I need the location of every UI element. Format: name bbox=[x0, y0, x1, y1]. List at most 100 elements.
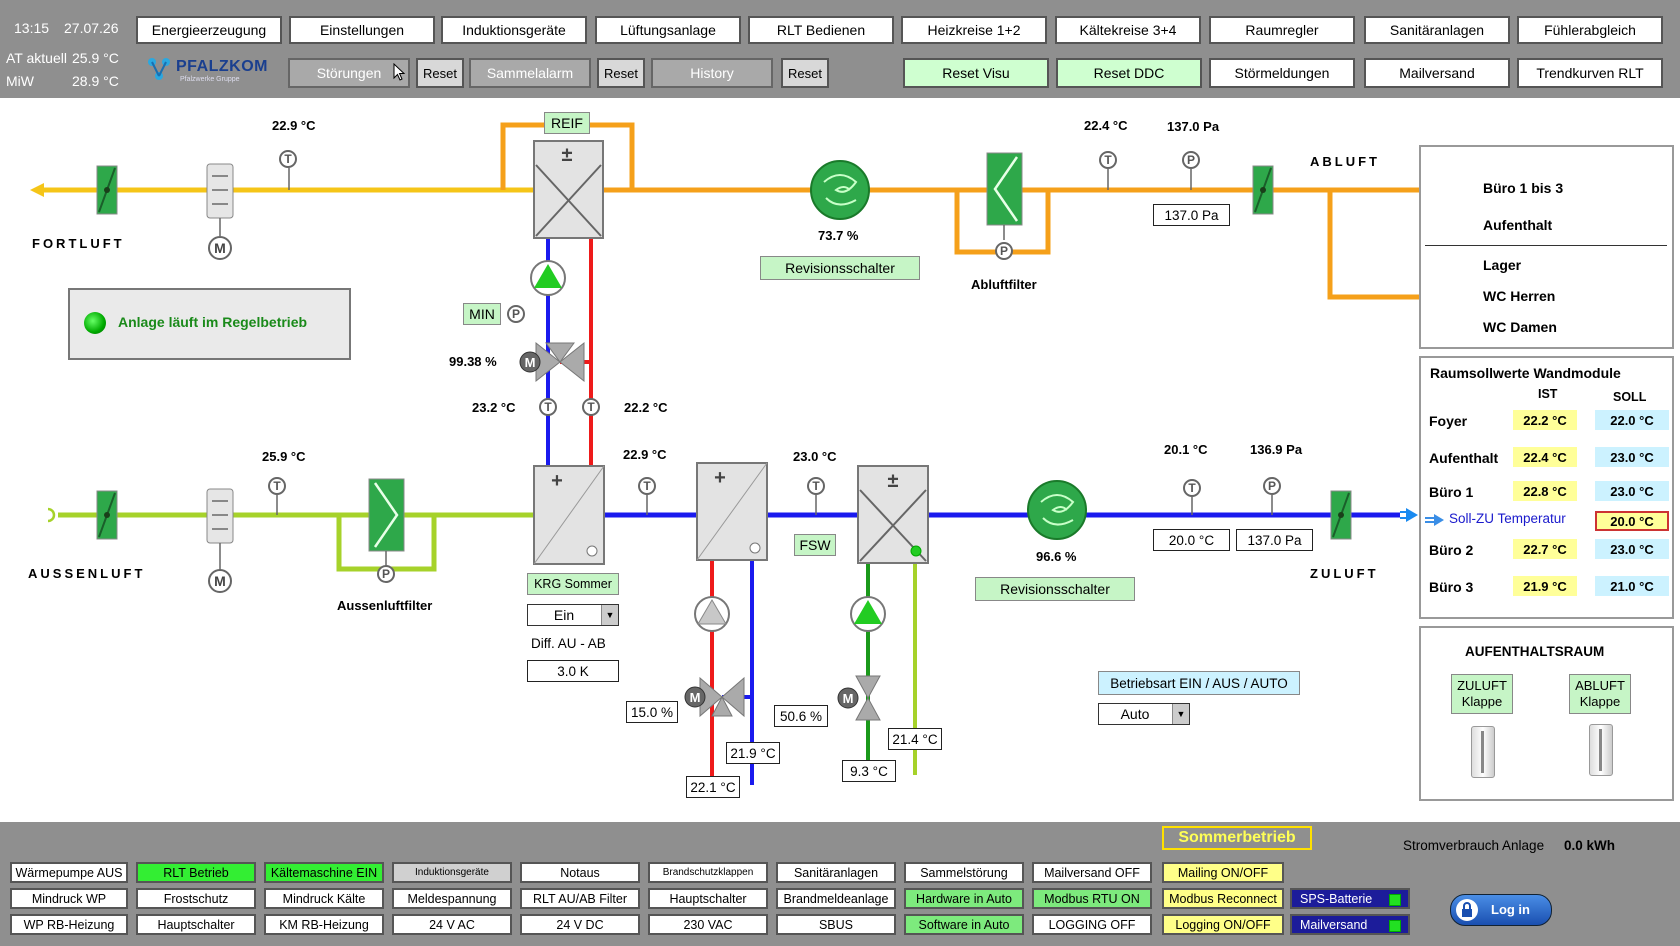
status-indicator-button[interactable]: Hauptschalter bbox=[648, 888, 768, 909]
room-label: Lager bbox=[1483, 257, 1522, 273]
nav-button[interactable]: Heizkreise 1+2 bbox=[901, 16, 1047, 44]
status-indicator-button[interactable]: Brandmeldeanlage bbox=[776, 888, 896, 909]
fsw-label: FSW bbox=[799, 537, 831, 553]
status-indicator-button[interactable]: Modbus RTU ON bbox=[1032, 888, 1152, 909]
cooling-pump-icon bbox=[850, 596, 886, 632]
login-button[interactable]: Log in bbox=[1450, 894, 1552, 926]
status-indicator-button[interactable]: Hardware in Auto bbox=[904, 888, 1024, 909]
heating-coil: + bbox=[696, 462, 768, 561]
reset-stoerungen-button[interactable]: Reset bbox=[416, 58, 464, 88]
mailversand-label: Mailversand bbox=[1399, 65, 1475, 81]
history-label: History bbox=[690, 65, 734, 81]
krg-sommer-button[interactable]: KRG Sommer bbox=[527, 573, 619, 595]
status-indicator-button[interactable]: Mailversand bbox=[1290, 914, 1410, 935]
sammelalarm-button[interactable]: Sammelalarm bbox=[469, 58, 591, 88]
setpoint-soll-input[interactable]: 23.0 °C bbox=[1595, 539, 1669, 559]
soll-zu-input[interactable]: 20.0 °C bbox=[1595, 511, 1669, 531]
status-indicator-button[interactable]: LOGGING OFF bbox=[1032, 914, 1152, 935]
diff-value-input[interactable]: 3.0 K bbox=[527, 660, 619, 682]
nav-button[interactable]: Induktionsgeräte bbox=[441, 16, 587, 44]
setpoint-soll-input[interactable]: 22.0 °C bbox=[1595, 410, 1669, 430]
reset-ddc-label: Reset DDC bbox=[1093, 65, 1165, 81]
krg-sommer-label: KRG Sommer bbox=[534, 577, 612, 591]
setpoint-soll-input[interactable]: 21.0 °C bbox=[1595, 576, 1669, 596]
status-indicator-button[interactable]: Sanitäranlagen bbox=[776, 862, 896, 883]
nav-button-label: Fühlerabgleich bbox=[1544, 22, 1636, 38]
temp-sensor-icon: T bbox=[279, 150, 297, 168]
status-indicator-button[interactable]: Mindruck Kälte bbox=[264, 888, 384, 909]
setpoint-ist-value: 22.4 °C bbox=[1513, 447, 1577, 467]
betriebsart-select[interactable]: Auto ▼ bbox=[1098, 703, 1190, 725]
status-indicator-button[interactable]: Frostschutz bbox=[136, 888, 256, 909]
diff-label: Diff. AU - AB bbox=[531, 636, 606, 651]
nav-button[interactable]: Energieerzeugung bbox=[136, 16, 282, 44]
krg-mode-value: Ein bbox=[553, 607, 575, 623]
status-indicator-label: Sanitäranlagen bbox=[793, 865, 879, 880]
reset-visu-button[interactable]: Reset Visu bbox=[903, 58, 1049, 88]
status-indicator-button[interactable]: SBUS bbox=[776, 914, 896, 935]
nav-button[interactable]: RLT Bedienen bbox=[748, 16, 894, 44]
status-indicator-label: KM RB-Heizung bbox=[279, 917, 369, 932]
top-bar: 13:15 27.07.26 AT aktuell 25.9 °C MiW 28… bbox=[0, 0, 1680, 98]
heating-valve-icon: M bbox=[684, 676, 745, 718]
cooling-valve-position: 50.6 % bbox=[774, 705, 828, 727]
status-indicator-button[interactable]: 230 VAC bbox=[648, 914, 768, 935]
reset-history-button[interactable]: Reset bbox=[781, 58, 829, 88]
status-indicator-button[interactable]: SPS-Batterie bbox=[1290, 888, 1410, 909]
nav-button-label: Heizkreise 1+2 bbox=[927, 22, 1021, 38]
setpoint-soll-input[interactable]: 23.0 °C bbox=[1595, 447, 1669, 467]
zuluft-klappe-button[interactable]: ZULUFT Klappe bbox=[1451, 674, 1513, 714]
status-indicator-button[interactable]: Software in Auto bbox=[904, 914, 1024, 935]
nav-button[interactable]: Raumregler bbox=[1209, 16, 1355, 44]
status-indicator-button[interactable]: Modbus Reconnect bbox=[1162, 888, 1284, 909]
status-indicator-button[interactable]: Hauptschalter bbox=[136, 914, 256, 935]
status-indicator-button[interactable]: Sammelstörung bbox=[904, 862, 1024, 883]
nav-button[interactable]: Einstellungen bbox=[289, 16, 435, 44]
status-indicator-button[interactable]: Mailversand OFF bbox=[1032, 862, 1152, 883]
revisionsschalter-zuluft-button[interactable]: Revisionsschalter bbox=[975, 577, 1135, 601]
temp-sensor-icon: T bbox=[539, 398, 557, 416]
status-indicator-button[interactable]: Meldespannung bbox=[392, 888, 512, 909]
temp-sensor-icon: T bbox=[268, 477, 286, 495]
krg-mode-select[interactable]: Ein ▼ bbox=[527, 604, 619, 626]
reset-sammelalarm-button[interactable]: Reset bbox=[597, 58, 645, 88]
abluft-pressure-box: 137.0 Pa bbox=[1153, 204, 1230, 226]
nav-button[interactable]: Kältekreise 3+4 bbox=[1055, 16, 1201, 44]
setpoint-soll-input[interactable]: 23.0 °C bbox=[1595, 481, 1669, 501]
status-indicator-button[interactable]: Logging ON/OFF bbox=[1162, 914, 1284, 935]
abluftfilter-label: Abluftfilter bbox=[971, 277, 1037, 292]
revisionsschalter-abluft-button[interactable]: Revisionsschalter bbox=[760, 256, 920, 280]
status-indicator-button[interactable]: Induktionsgeräte bbox=[392, 862, 512, 883]
reset-visu-label: Reset Visu bbox=[942, 65, 1010, 81]
status-indicator-button[interactable]: Mailing ON/OFF bbox=[1162, 862, 1284, 883]
status-indicator-button[interactable]: RLT AU/AB Filter bbox=[520, 888, 640, 909]
status-indicator-label: Frostschutz bbox=[163, 891, 229, 906]
strom-label: Stromverbrauch Anlage bbox=[1403, 838, 1545, 853]
status-indicator-button[interactable]: Mindruck WP bbox=[10, 888, 128, 909]
abluft-pressure-value: 137.0 Pa bbox=[1167, 119, 1220, 134]
history-button[interactable]: History bbox=[651, 58, 773, 88]
stoermeldungen-button[interactable]: Störmeldungen bbox=[1209, 58, 1355, 88]
status-indicator-button[interactable]: Notaus bbox=[520, 862, 640, 883]
status-indicator-label: Notaus bbox=[560, 865, 600, 880]
reset-label: Reset bbox=[788, 65, 822, 81]
nav-button[interactable]: Lüftungsanlage bbox=[595, 16, 741, 44]
status-indicator-button[interactable]: Brandschutzklappen bbox=[648, 862, 768, 883]
krg-flow-temp: 23.2 °C bbox=[472, 400, 516, 415]
status-indicator-button[interactable]: 24 V DC bbox=[520, 914, 640, 935]
status-indicator-button[interactable]: RLT Betrieb bbox=[136, 862, 256, 883]
trendkurven-button[interactable]: Trendkurven RLT bbox=[1517, 58, 1663, 88]
status-indicator-button[interactable]: KM RB-Heizung bbox=[264, 914, 384, 935]
mailversand-button[interactable]: Mailversand bbox=[1364, 58, 1510, 88]
nav-button[interactable]: Fühlerabgleich bbox=[1517, 16, 1663, 44]
abluft-klappe-button[interactable]: ABLUFT Klappe bbox=[1569, 674, 1631, 714]
status-indicator-button[interactable]: WP RB-Heizung bbox=[10, 914, 128, 935]
status-indicator-label: Wärmepumpe AUS bbox=[15, 865, 123, 880]
zuluft-label: ZULUFT bbox=[1310, 566, 1379, 581]
reset-ddc-button[interactable]: Reset DDC bbox=[1056, 58, 1202, 88]
stoerungen-button[interactable]: Störungen bbox=[288, 58, 410, 88]
status-indicator-button[interactable]: 24 V AC bbox=[392, 914, 512, 935]
status-indicator-button[interactable]: Kältemaschine EIN bbox=[264, 862, 384, 883]
nav-button[interactable]: Sanitäranlagen bbox=[1364, 16, 1510, 44]
status-indicator-button[interactable]: Wärmepumpe AUS bbox=[10, 862, 128, 883]
